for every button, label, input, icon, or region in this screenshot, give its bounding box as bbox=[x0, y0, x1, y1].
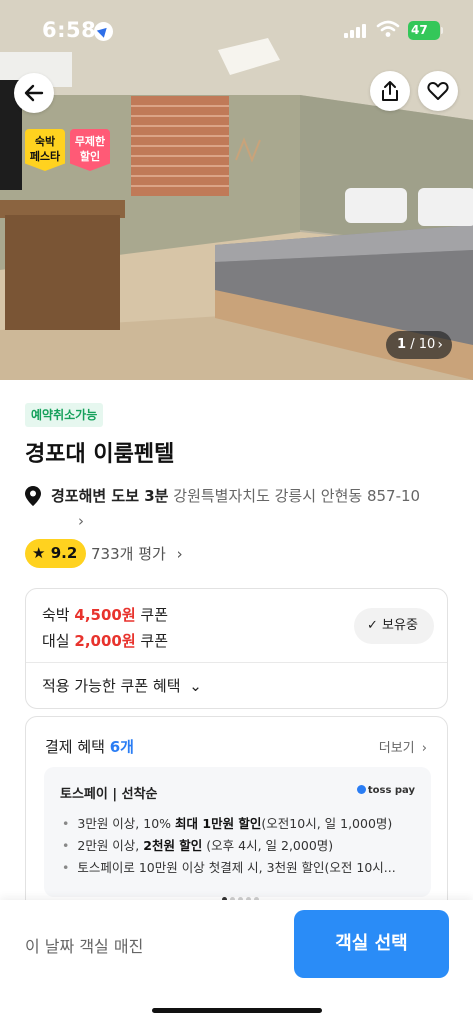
chevron-right-icon: › bbox=[78, 512, 84, 530]
see-more-link[interactable]: 더보기 › bbox=[379, 737, 427, 756]
chevron-right-icon: › bbox=[176, 545, 183, 563]
photo-counter-current: 1 bbox=[397, 337, 407, 352]
star-icon: ★ bbox=[32, 544, 46, 562]
benefit-item: 3만원 이상, 10% 최대 1만원 할인(오전10시, 일 1,000명) bbox=[62, 813, 422, 835]
reviews-link[interactable]: 733개 평가 › bbox=[91, 543, 183, 564]
available-coupons-label: 적용 가능한 쿠폰 혜택 bbox=[42, 677, 181, 695]
toss-pay-logo-text: toss pay bbox=[367, 785, 415, 796]
chevron-down-icon: ⌄ bbox=[189, 677, 202, 695]
heart-icon bbox=[427, 82, 449, 100]
available-coupons-toggle[interactable]: 적용 가능한 쿠폰 혜택 ⌄ bbox=[42, 675, 202, 696]
soldout-notice: 이 날짜 객실 매진 bbox=[25, 937, 144, 956]
share-button[interactable] bbox=[370, 71, 410, 111]
promo-badge-unlimited-text: 무제한 할인 bbox=[74, 135, 106, 163]
bottom-action-bar: 이 날짜 객실 매진 객실 선택 bbox=[0, 900, 473, 1024]
cancel-available-tag: 예약취소가능 bbox=[25, 403, 104, 427]
see-more-label: 더보기 bbox=[378, 741, 415, 756]
coupon-held-label: 보유중 bbox=[382, 618, 418, 633]
arrow-left-icon bbox=[24, 84, 44, 102]
location-address: 강원특별자치도 강릉시 안현동 857-10 bbox=[173, 487, 421, 505]
promo-badge-unlimited: 무제한 할인 bbox=[70, 129, 110, 171]
select-room-button[interactable]: 객실 선택 bbox=[294, 910, 449, 978]
listing-title: 경포대 이룸펜텔 bbox=[25, 442, 175, 467]
coupon-stay: 숙박 4,500원 쿠폰 bbox=[42, 604, 168, 625]
share-icon bbox=[382, 81, 398, 101]
cellular-signal-icon bbox=[344, 22, 370, 38]
photo-counter-total: / 10 bbox=[410, 337, 436, 352]
payment-benefits-title: 결제 혜택 6개 bbox=[45, 736, 134, 757]
check-icon: ✓ bbox=[367, 618, 378, 633]
location-arrow-icon bbox=[94, 22, 113, 41]
payment-benefits-box: 결제 혜택 6개 더보기 › 토스페이 | 선착순 toss pay 3만원 이… bbox=[25, 716, 448, 916]
coupon-rent-amount: 2,000원 bbox=[74, 632, 136, 650]
coupon-rent: 대실 2,000원 쿠폰 bbox=[42, 630, 168, 651]
rating-badge: ★ 9.2 bbox=[25, 539, 87, 568]
promo-badge-festa-text: 숙박 페스타 bbox=[29, 135, 61, 163]
battery-indicator: 47 bbox=[408, 21, 443, 40]
benefit-item: 2만원 이상, 2천원 할인 (오후 4시, 일 2,000명) bbox=[62, 835, 422, 857]
chevron-right-icon: › bbox=[421, 741, 427, 756]
status-time: 6:58 bbox=[42, 18, 97, 42]
coupon-word: 쿠폰 bbox=[140, 606, 169, 624]
wifi-icon bbox=[376, 20, 400, 37]
coupon-stay-amount: 4,500원 bbox=[74, 606, 136, 624]
toss-logo-icon bbox=[356, 785, 366, 794]
location-walk-time: 경포해변 도보 3분 bbox=[51, 487, 169, 505]
benefit-item: 토스페이로 10만원 이상 첫결제 시, 3천원 할인(오전 10시... bbox=[62, 857, 422, 879]
coupon-rent-label: 대실 bbox=[42, 632, 70, 650]
coupon-word: 쿠폰 bbox=[140, 632, 169, 650]
payment-benefits-count: 6개 bbox=[109, 738, 134, 756]
home-indicator bbox=[152, 1008, 322, 1013]
coupon-stay-label: 숙박 bbox=[42, 606, 70, 624]
back-button[interactable] bbox=[14, 73, 54, 113]
coupon-held-button[interactable]: ✓ 보유중 bbox=[354, 608, 434, 644]
toss-pay-benefit-card[interactable]: 토스페이 | 선착순 toss pay 3만원 이상, 10% 최대 1만원 할… bbox=[44, 767, 431, 897]
benefit-list: 3만원 이상, 10% 최대 1만원 할인(오전10시, 일 1,000명) 2… bbox=[62, 813, 422, 879]
wishlist-button[interactable] bbox=[418, 71, 458, 111]
status-bar: 6:58 47 bbox=[0, 0, 473, 62]
hero-photo-gallery[interactable]: 6:58 47 숙박 페스타 무제한 할인 1 / 10 › bbox=[0, 0, 473, 380]
payment-benefits-title-text: 결제 혜택 bbox=[45, 738, 105, 756]
divider bbox=[26, 662, 447, 663]
coupon-box: 숙박 4,500원 쿠폰 대실 2,000원 쿠폰 ✓ 보유중 적용 가능한 쿠… bbox=[25, 588, 448, 709]
reviews-count: 733개 평가 bbox=[91, 545, 166, 563]
benefit-card-title: 토스페이 | 선착순 bbox=[60, 787, 158, 802]
toss-pay-logo: toss pay bbox=[356, 785, 415, 796]
chevron-right-icon: › bbox=[437, 337, 443, 353]
promo-badge-festa: 숙박 페스타 bbox=[25, 129, 65, 171]
map-pin-icon bbox=[25, 486, 41, 506]
rating-score: 9.2 bbox=[50, 544, 78, 562]
photo-counter[interactable]: 1 / 10 › bbox=[386, 331, 452, 359]
